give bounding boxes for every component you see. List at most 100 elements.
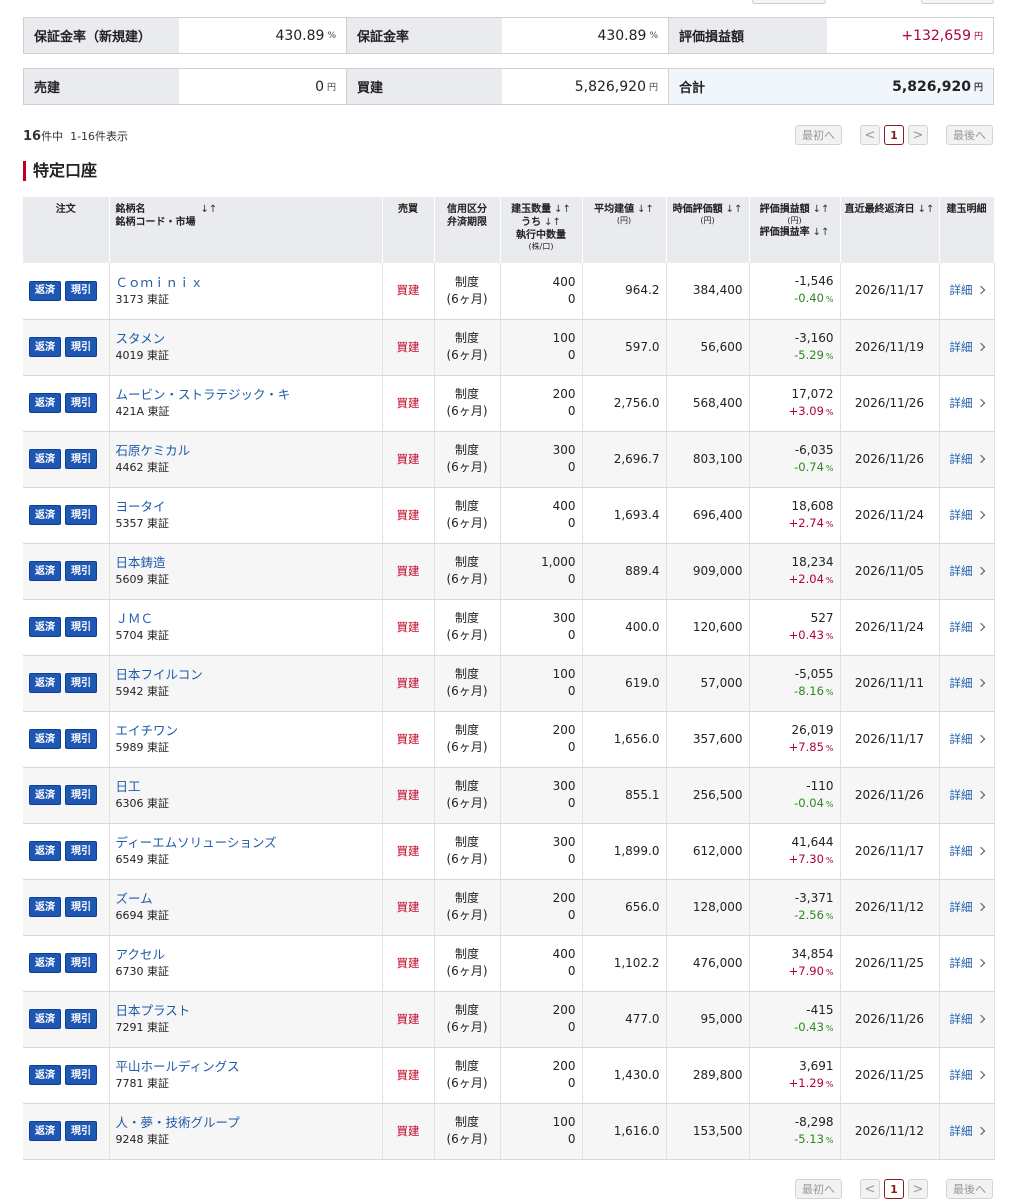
genbiki-button[interactable]: 現引 <box>65 785 97 805</box>
header-avg[interactable]: 平均建値 ↓↑ (円) <box>582 197 667 263</box>
detail-link[interactable]: 詳細 <box>950 452 985 466</box>
last-repay-date-cell: 2026/11/26 <box>840 991 940 1048</box>
genbiki-button[interactable]: 現引 <box>65 505 97 525</box>
repay-button[interactable]: 返済 <box>29 953 61 973</box>
summary-row-margin: 保証金率（新規建） 430.89% 保証金率 430.89% 評価損益額 +13… <box>23 17 994 54</box>
detail-link[interactable]: 詳細 <box>950 564 985 578</box>
pl-cell: 26,019 +7.85% <box>749 711 841 768</box>
last-repay-date-cell: 2026/11/17 <box>840 823 940 880</box>
repay-button[interactable]: 返済 <box>29 393 61 413</box>
stock-name-link[interactable]: 日工 <box>116 778 376 795</box>
genbiki-button[interactable]: 現引 <box>65 280 97 301</box>
positions-table: 注文 銘柄名 ↓↑ 銘柄コード・市場 売買 信用区分 弁済期限 建玉数量 ↓↑ うち ↓↑ 執… <box>23 197 995 1160</box>
header-pl[interactable]: 評価損益額 ↓↑ (円) 評価損益率 ↓↑ <box>749 197 841 263</box>
stock-name-link[interactable]: スタメン <box>116 330 376 347</box>
pager-last-button[interactable]: 最後へ <box>946 125 993 145</box>
stock-name-link[interactable]: ディーエムソリューションズ <box>116 834 376 851</box>
repay-button[interactable]: 返済 <box>29 785 61 805</box>
pager-prev-button[interactable]: < <box>860 1179 880 1199</box>
detail-link[interactable]: 詳細 <box>950 1068 985 1082</box>
detail-link[interactable]: 詳細 <box>950 676 985 690</box>
pl-cell: 41,644 +7.30% <box>749 823 841 880</box>
genbiki-button[interactable]: 現引 <box>65 449 97 469</box>
repay-button[interactable]: 返済 <box>29 1065 61 1085</box>
genbiki-button[interactable]: 現引 <box>65 729 97 749</box>
genbiki-button[interactable]: 現引 <box>65 1121 97 1141</box>
market-value-cell: 153,500 <box>666 1103 750 1160</box>
repay-button[interactable]: 返済 <box>29 561 61 581</box>
side-cell: 買建 <box>382 991 435 1048</box>
repay-button[interactable]: 返済 <box>29 841 61 861</box>
stock-name-link[interactable]: 石原ケミカル <box>116 442 376 459</box>
summary-row-positions: 売建 0円 買建 5,826,920 円 合計 5,826,920 円 <box>23 68 994 105</box>
genbiki-button[interactable]: 現引 <box>65 1009 97 1029</box>
clipped-button[interactable] <box>752 0 826 4</box>
stock-name-link[interactable]: 日本鋳造 <box>116 554 376 571</box>
pl-cell: 18,608 +2.74% <box>749 487 841 544</box>
pager-next-button[interactable]: > <box>908 125 928 145</box>
detail-cell: 詳細 <box>939 319 995 376</box>
side-cell: 買建 <box>382 599 435 656</box>
detail-link[interactable]: 詳細 <box>950 900 985 914</box>
stock-name-link[interactable]: ＪＭＣ <box>116 610 376 627</box>
stock-name-link[interactable]: Ｃｏｍｉｎｉｘ <box>116 274 376 291</box>
stock-name-link[interactable]: 人・夢・技術グループ <box>116 1114 376 1131</box>
repay-button[interactable]: 返済 <box>29 449 61 469</box>
stock-name-link[interactable]: 日本プラスト <box>116 1002 376 1019</box>
stock-name-link[interactable]: ヨータイ <box>116 498 376 515</box>
repay-button[interactable]: 返済 <box>29 1009 61 1029</box>
genbiki-button[interactable]: 現引 <box>65 393 97 413</box>
pager-first-button[interactable]: 最初へ <box>795 1179 842 1199</box>
credit-cell: 制度 (6ヶ月) <box>434 655 501 712</box>
chevron-right-icon <box>976 734 985 743</box>
detail-link[interactable]: 詳細 <box>950 340 985 354</box>
pager-prev-button[interactable]: < <box>860 125 880 145</box>
header-date[interactable]: 直近最終返済日 ↓↑ <box>840 197 940 263</box>
repay-button[interactable]: 返済 <box>29 897 61 917</box>
repay-button[interactable]: 返済 <box>29 1121 61 1141</box>
header-qty[interactable]: 建玉数量 ↓↑ うち ↓↑ 執行中数量 (株/口) <box>500 197 583 263</box>
header-name[interactable]: 銘柄名 ↓↑ 銘柄コード・市場 <box>109 197 383 263</box>
stock-name-link[interactable]: アクセル <box>116 946 376 963</box>
repay-button[interactable]: 返済 <box>29 280 61 301</box>
header-value[interactable]: 時価評価額 ↓↑ (円) <box>666 197 750 263</box>
stock-name-link[interactable]: 平山ホールディングス <box>116 1058 376 1075</box>
pager-first-button[interactable]: 最初へ <box>795 125 842 145</box>
stock-name-link[interactable]: エイチワン <box>116 722 376 739</box>
detail-link[interactable]: 詳細 <box>950 732 985 746</box>
repay-button[interactable]: 返済 <box>29 673 61 693</box>
stock-name-link[interactable]: ズーム <box>116 890 376 907</box>
pager-next-button[interactable]: > <box>908 1179 928 1199</box>
detail-link[interactable]: 詳細 <box>950 620 985 634</box>
genbiki-button[interactable]: 現引 <box>65 841 97 861</box>
repay-button[interactable]: 返済 <box>29 729 61 749</box>
pager-last-button[interactable]: 最後へ <box>946 1179 993 1199</box>
clipped-button[interactable] <box>921 0 994 4</box>
genbiki-button[interactable]: 現引 <box>65 1065 97 1085</box>
table-row: 返済 現引 日本鋳造 5609 東証 買建 制度 (6ヶ月) 1,000 0 889.4 909,0… <box>23 543 995 600</box>
genbiki-button[interactable]: 現引 <box>65 953 97 973</box>
detail-link[interactable]: 詳細 <box>950 956 985 970</box>
genbiki-button[interactable]: 現引 <box>65 897 97 917</box>
detail-link[interactable]: 詳細 <box>950 1124 985 1138</box>
pager-current-page[interactable]: 1 <box>884 125 904 145</box>
repay-button[interactable]: 返済 <box>29 505 61 525</box>
detail-cell: 詳細 <box>939 543 995 600</box>
detail-link[interactable]: 詳細 <box>950 844 985 858</box>
pager-current-page[interactable]: 1 <box>884 1179 904 1199</box>
pl-cell: 18,234 +2.04% <box>749 543 841 600</box>
stock-name-link[interactable]: ムービン・ストラテジック・キ <box>116 386 376 403</box>
repay-button[interactable]: 返済 <box>29 617 61 637</box>
detail-link[interactable]: 詳細 <box>950 396 985 410</box>
detail-link[interactable]: 詳細 <box>950 508 985 522</box>
genbiki-button[interactable]: 現引 <box>65 617 97 637</box>
genbiki-button[interactable]: 現引 <box>65 337 97 357</box>
stock-name-link[interactable]: 日本フイルコン <box>116 666 376 683</box>
detail-link[interactable]: 詳細 <box>950 1012 985 1026</box>
detail-link[interactable]: 詳細 <box>950 788 985 802</box>
detail-link[interactable]: 詳細 <box>950 283 985 297</box>
genbiki-button[interactable]: 現引 <box>65 673 97 693</box>
repay-button[interactable]: 返済 <box>29 337 61 357</box>
last-repay-date-cell: 2026/11/24 <box>840 599 940 656</box>
genbiki-button[interactable]: 現引 <box>65 561 97 581</box>
